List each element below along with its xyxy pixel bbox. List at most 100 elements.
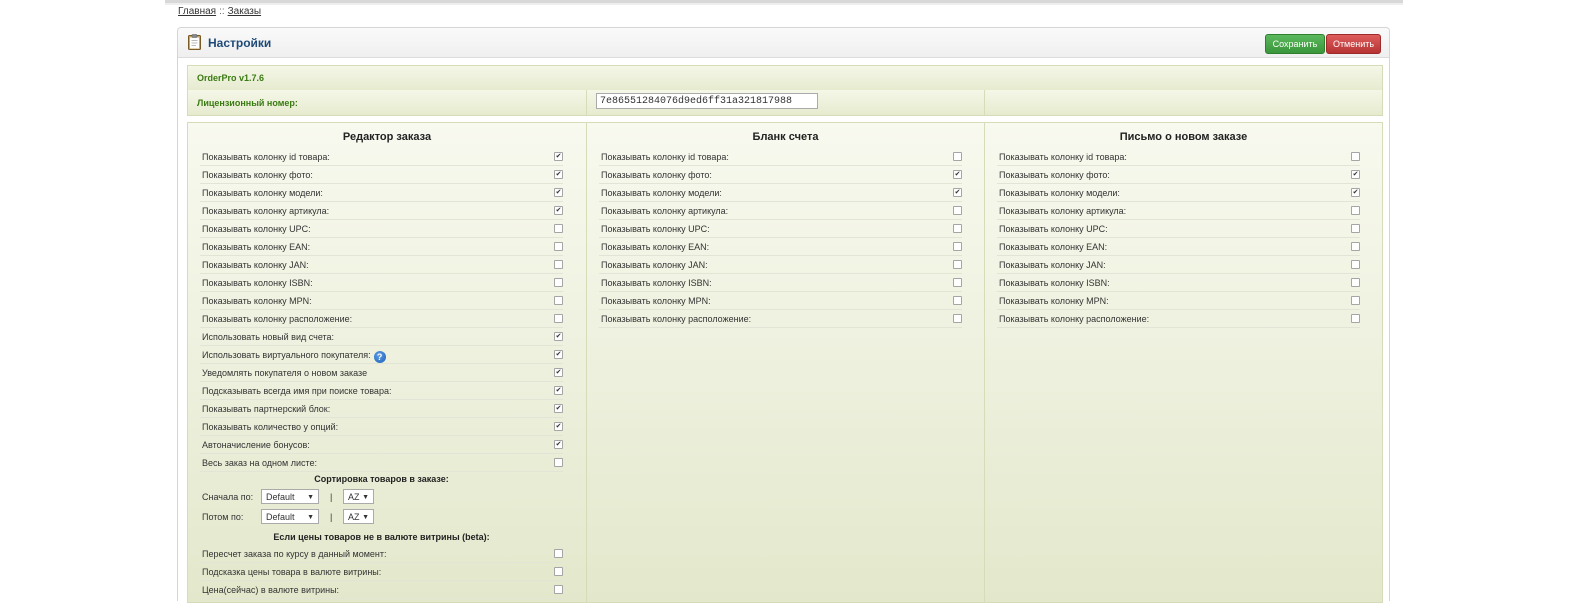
sort-field-select[interactable]: Default ▼	[261, 509, 319, 524]
option-label: Показывать колонку модели:	[202, 188, 323, 198]
option-checkbox[interactable]	[1351, 314, 1360, 323]
option-checkbox[interactable]	[953, 278, 962, 287]
option-checkbox[interactable]: ✔	[1351, 170, 1360, 179]
save-button[interactable]: Сохранить	[1265, 34, 1325, 54]
option-checkbox[interactable]	[554, 224, 563, 233]
option-checkbox[interactable]	[1351, 206, 1360, 215]
option-label: Показывать колонку фото:	[601, 170, 712, 180]
option-row: Использовать новый вид счета: ✔	[200, 328, 563, 346]
option-checkbox[interactable]	[953, 296, 962, 305]
license-input[interactable]: 7e86551284076d9ed6ff31a321817988	[596, 93, 818, 109]
option-label: Показывать колонку MPN:	[601, 296, 711, 306]
option-label: Использовать новый вид счета:	[202, 332, 335, 342]
column-title: Бланк счета	[752, 131, 819, 143]
license-label: Лицензионный номер:	[197, 98, 298, 108]
option-label: Показывать колонку id товара:	[202, 152, 330, 162]
option-label: Показывать колонку фото:	[202, 170, 313, 180]
option-label: Показывать колонку id товара:	[999, 152, 1127, 162]
option-checkbox[interactable]: ✔	[554, 350, 563, 359]
option-row: Показывать колонку модели: ✔	[997, 184, 1360, 202]
sort-order-select[interactable]: AZ ▼	[343, 509, 374, 524]
option-label: Весь заказ на одном листе:	[202, 458, 318, 468]
option-checkbox[interactable]: ✔	[1351, 188, 1360, 197]
page-title: Настройки	[208, 36, 272, 50]
option-checkbox[interactable]	[554, 549, 563, 558]
option-checkbox[interactable]	[953, 314, 962, 323]
option-label: Пересчет заказа по курсу в данный момент…	[202, 549, 387, 559]
option-checkbox[interactable]: ✔	[554, 170, 563, 179]
option-checkbox[interactable]	[554, 260, 563, 269]
option-row: Автоначисление бонусов: ✔	[200, 436, 563, 454]
option-checkbox[interactable]: ✔	[554, 332, 563, 341]
option-checkbox[interactable]	[554, 296, 563, 305]
option-checkbox[interactable]	[554, 278, 563, 287]
order-editor-options: Показывать колонку id товара: ✔ Показывать…	[200, 148, 563, 599]
option-checkbox[interactable]	[554, 567, 563, 576]
option-checkbox[interactable]: ✔	[554, 386, 563, 395]
option-label: Показывать колонку модели:	[999, 188, 1120, 198]
clipboard-icon	[188, 34, 201, 50]
option-checkbox[interactable]	[1351, 224, 1360, 233]
option-checkbox[interactable]	[953, 242, 962, 251]
option-checkbox[interactable]: ✔	[554, 188, 563, 197]
option-checkbox[interactable]	[953, 260, 962, 269]
option-checkbox[interactable]	[1351, 296, 1360, 305]
option-label: Показывать колонку EAN:	[601, 242, 710, 252]
option-checkbox[interactable]: ✔	[554, 152, 563, 161]
option-checkbox[interactable]: ✔	[554, 206, 563, 215]
option-label: Показывать колонку артикула:	[601, 206, 729, 216]
separator: |	[330, 492, 333, 502]
sort-then-row: Потом по: Default ▼ | AZ ▼	[200, 507, 563, 527]
option-checkbox[interactable]: ✔	[554, 368, 563, 377]
option-label: Показывать количество у опций:	[202, 422, 339, 432]
sort-field-select[interactable]: Default ▼	[261, 489, 319, 504]
breadcrumb-separator: ::	[219, 6, 225, 17]
option-checkbox[interactable]: ✔	[554, 422, 563, 431]
option-checkbox[interactable]	[1351, 260, 1360, 269]
option-label: Показывать колонку id товара:	[601, 152, 729, 162]
option-row: Показывать колонку фото: ✔	[200, 166, 563, 184]
option-row: Показывать колонку UPC:	[997, 220, 1360, 238]
option-row: Показывать колонку UPC:	[599, 220, 962, 238]
option-label: Показывать колонку артикула:	[202, 206, 330, 216]
option-checkbox[interactable]: ✔	[953, 170, 962, 179]
option-row: Показывать колонку фото: ✔	[997, 166, 1360, 184]
order-editor-column: Редактор заказа Показывать колонку id то…	[188, 123, 587, 602]
option-checkbox[interactable]	[1351, 242, 1360, 251]
option-checkbox[interactable]	[554, 458, 563, 467]
option-row: Подсказывать всегда имя при поиске товар…	[200, 382, 563, 400]
option-label: Уведомлять покупателя о новом заказе	[202, 368, 368, 378]
column-divider	[586, 90, 587, 115]
sort-order-select[interactable]: AZ ▼	[343, 489, 374, 504]
option-checkbox[interactable]	[554, 585, 563, 594]
option-label: Показывать колонку расположение:	[601, 314, 752, 324]
option-row: Показывать колонку EAN:	[997, 238, 1360, 256]
option-row: Показывать количество у опций: ✔	[200, 418, 563, 436]
option-checkbox[interactable]	[1351, 152, 1360, 161]
sort-first-row: Сначала по: Default ▼ | AZ ▼	[200, 487, 563, 507]
option-label: Подсказывать всегда имя при поиске товар…	[202, 386, 392, 396]
cancel-button[interactable]: Отменить	[1326, 34, 1381, 54]
option-checkbox[interactable]	[953, 224, 962, 233]
option-checkbox[interactable]	[953, 152, 962, 161]
sort-section-title: Сортировка товаров в заказе:	[314, 474, 449, 484]
help-icon[interactable]: ?	[373, 351, 386, 363]
option-label: Показывать колонку JAN:	[601, 260, 708, 270]
option-checkbox[interactable]: ✔	[554, 404, 563, 413]
dropdown-arrow-icon: ▼	[307, 514, 314, 521]
breadcrumb-home-link[interactable]: Главная	[178, 6, 216, 17]
option-label: Показывать колонку ISBN:	[601, 278, 712, 288]
option-checkbox[interactable]	[1351, 278, 1360, 287]
option-checkbox[interactable]	[953, 206, 962, 215]
option-checkbox[interactable]	[554, 314, 563, 323]
option-checkbox[interactable]	[554, 242, 563, 251]
option-row: Показывать колонку JAN:	[599, 256, 962, 274]
breadcrumb-orders-link[interactable]: Заказы	[228, 6, 261, 17]
select-value: Default	[266, 512, 295, 522]
option-checkbox[interactable]: ✔	[554, 440, 563, 449]
option-row: Показывать колонку id товара:	[997, 148, 1360, 166]
select-value: AZ	[348, 492, 360, 502]
option-checkbox[interactable]: ✔	[953, 188, 962, 197]
option-row: Уведомлять покупателя о новом заказе ✔	[200, 364, 563, 382]
select-value: Default	[266, 492, 295, 502]
